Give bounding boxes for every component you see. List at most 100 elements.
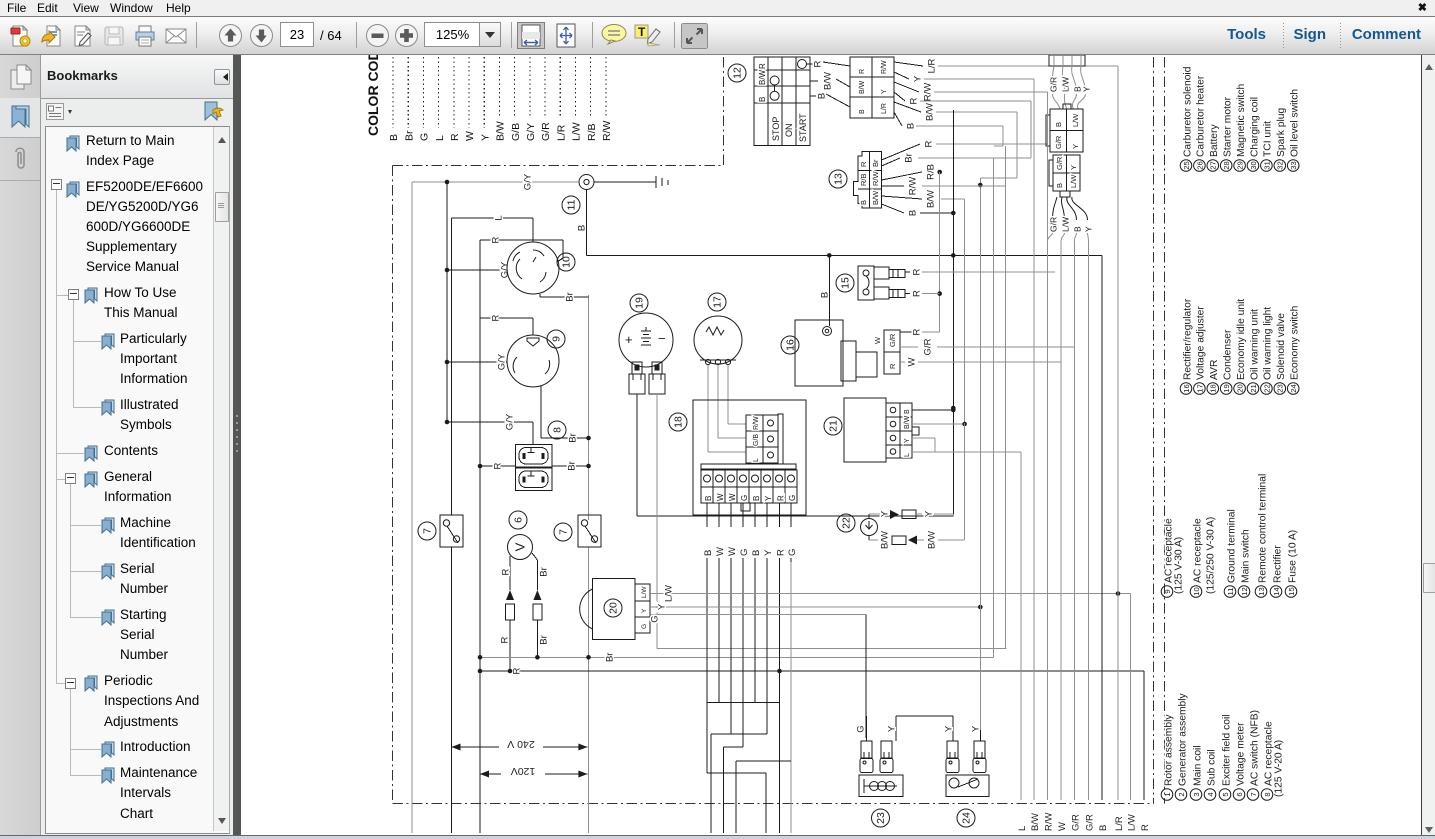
svg-text:7: 7: [422, 528, 434, 534]
svg-text:Ground terminal: Ground terminal: [1226, 509, 1237, 583]
svg-text:G: G: [739, 549, 750, 556]
svg-text:B: B: [751, 550, 762, 556]
svg-text:5: 5: [1221, 792, 1230, 796]
svg-text:18: 18: [1209, 384, 1218, 392]
svg-text:START: START: [798, 113, 808, 142]
svg-text:B: B: [704, 496, 713, 501]
svg-text:Br: Br: [539, 635, 550, 645]
svg-text:L/R: L/R: [927, 58, 938, 73]
svg-text:G: G: [740, 495, 749, 501]
svg-text:19: 19: [634, 297, 646, 309]
svg-text:33: 33: [1289, 161, 1298, 169]
svg-text:B/W: B/W: [758, 69, 767, 85]
svg-text:Charging coil: Charging coil: [1249, 97, 1260, 157]
svg-text:14: 14: [1272, 587, 1281, 595]
svg-text:Y: Y: [657, 603, 668, 610]
svg-text:G/R: G/R: [540, 122, 552, 141]
svg-text:Br: Br: [565, 292, 576, 302]
svg-text:31: 31: [1262, 161, 1271, 169]
svg-text:COLOR CODE: COLOR CODE: [365, 55, 381, 136]
svg-text:Battery: Battery: [1209, 124, 1220, 157]
svg-text:AC switch (NFB): AC switch (NFB): [1249, 710, 1260, 786]
svg-text:Y: Y: [904, 438, 911, 443]
svg-text:Y: Y: [881, 89, 888, 94]
svg-text:25: 25: [1182, 161, 1191, 169]
svg-text:B: B: [817, 93, 828, 99]
svg-text:L: L: [494, 215, 505, 220]
svg-text:Y: Y: [1069, 165, 1078, 170]
svg-text:L/R: L/R: [881, 103, 888, 114]
svg-text:R: R: [501, 568, 512, 575]
svg-text:Oil warning unit: Oil warning unit: [1249, 309, 1260, 380]
svg-text:10: 10: [561, 256, 573, 268]
svg-text:16: 16: [1182, 384, 1191, 392]
svg-text:B: B: [1054, 122, 1063, 127]
svg-text:24: 24: [1289, 384, 1298, 392]
svg-text:R: R: [500, 636, 511, 643]
svg-text:Br: Br: [568, 433, 579, 443]
svg-text:R/B: R/B: [859, 173, 868, 186]
svg-text:G: G: [788, 495, 797, 501]
svg-text:Br: Br: [904, 153, 915, 163]
svg-text:20: 20: [1236, 384, 1245, 392]
svg-text:G/R: G/R: [923, 338, 934, 355]
svg-text:Y: Y: [880, 510, 891, 517]
svg-text:20: 20: [608, 602, 620, 614]
svg-text:B: B: [752, 496, 761, 501]
svg-text:26: 26: [1195, 161, 1204, 169]
svg-text:B/W: B/W: [823, 72, 834, 90]
svg-text:R: R: [813, 60, 824, 67]
svg-text:15: 15: [1287, 587, 1296, 595]
svg-text:B: B: [906, 123, 917, 129]
svg-text:B/W: B/W: [1030, 813, 1041, 831]
svg-text:R: R: [512, 667, 523, 674]
svg-text:13: 13: [1257, 587, 1266, 595]
svg-text:Remote control terminal: Remote control terminal: [1257, 474, 1268, 583]
svg-text:B/W: B/W: [925, 103, 936, 121]
svg-text:R/W: R/W: [923, 83, 934, 102]
svg-text:R: R: [859, 69, 866, 74]
svg-text:1: 1: [1163, 792, 1172, 796]
svg-text:Rotor assembly: Rotor assembly: [1163, 714, 1174, 786]
svg-text:(125 V-30 A): (125 V-30 A): [1174, 537, 1185, 594]
svg-text:Exciter field coil: Exciter field coil: [1221, 714, 1232, 786]
svg-text:−: −: [658, 331, 666, 346]
svg-text:Y: Y: [887, 725, 898, 732]
svg-text:7: 7: [558, 529, 570, 535]
svg-text:TCI unit: TCI unit: [1263, 121, 1274, 157]
svg-text:Main switch: Main switch: [1240, 529, 1251, 583]
svg-text:G/Y: G/Y: [497, 353, 508, 370]
svg-text:Carburetor solenoid: Carburetor solenoid: [1182, 66, 1193, 157]
svg-text:3: 3: [1192, 792, 1201, 796]
svg-text:240 V: 240 V: [507, 738, 534, 750]
svg-text:B: B: [859, 200, 868, 205]
svg-text:W: W: [715, 547, 726, 556]
svg-text:R/W: R/W: [1043, 813, 1054, 832]
svg-text:G/R: G/R: [888, 333, 897, 347]
svg-text:27: 27: [1209, 161, 1218, 169]
svg-text:G/R: G/R: [1055, 156, 1064, 170]
svg-text:W: W: [716, 493, 725, 501]
svg-text:B: B: [1055, 183, 1064, 188]
svg-text:G: G: [856, 725, 867, 732]
svg-text:12: 12: [1240, 587, 1249, 595]
svg-text:L/R: L/R: [1114, 816, 1125, 831]
svg-text:R: R: [776, 549, 787, 556]
svg-text:Rectifier/regulator: Rectifier/regulator: [1182, 298, 1193, 380]
svg-text:Oil level switch: Oil level switch: [1290, 89, 1301, 157]
svg-text:R/B: R/B: [926, 164, 937, 180]
svg-text:G/R: G/R: [1085, 814, 1096, 831]
svg-text:Y: Y: [479, 134, 491, 141]
svg-text:L: L: [434, 135, 446, 141]
svg-text:120V: 120V: [511, 765, 536, 777]
svg-text:12: 12: [732, 67, 744, 79]
svg-text:Voltage meter: Voltage meter: [1235, 722, 1246, 786]
svg-text:B/W: B/W: [880, 531, 891, 549]
svg-text:W: W: [727, 547, 738, 556]
svg-text:Y: Y: [763, 549, 774, 556]
svg-text:W: W: [728, 493, 737, 501]
svg-text:Solenoid valve: Solenoid valve: [1276, 313, 1287, 380]
svg-text:L: L: [904, 453, 911, 457]
svg-text:Starter motor: Starter motor: [1223, 96, 1234, 157]
svg-text:B/W: B/W: [904, 415, 911, 429]
